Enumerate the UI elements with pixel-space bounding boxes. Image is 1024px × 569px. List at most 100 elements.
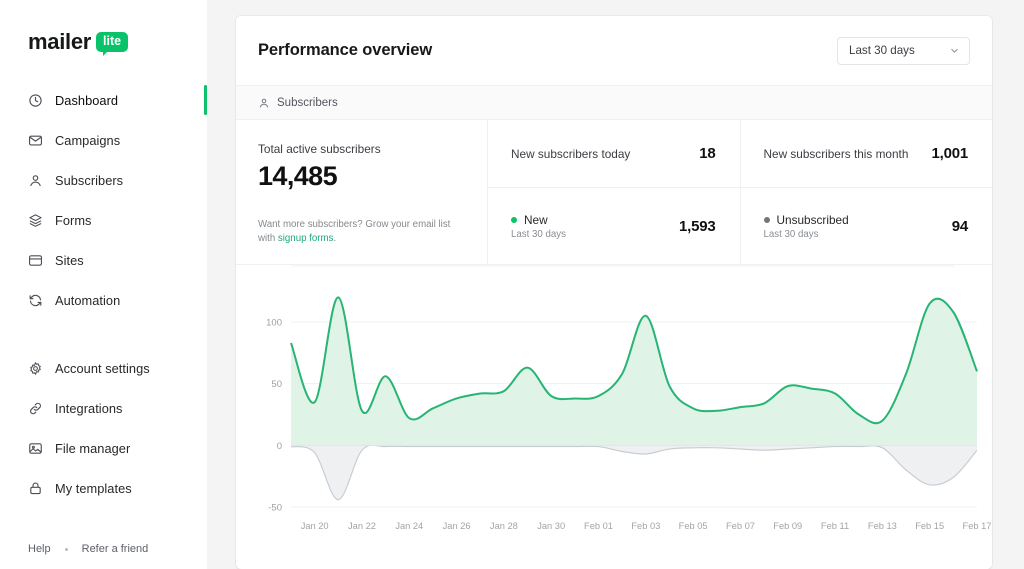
status-dot-new (511, 216, 517, 223)
main-content: Performance overview Last 30 days Subscr… (207, 0, 1024, 569)
sidebar: mailer lite Dashboard Campaigns Subscrib… (0, 0, 207, 569)
x-tick-label: Jan 28 (490, 521, 518, 531)
x-tick-label: Feb 01 (584, 521, 613, 531)
sidebar-item-label: Account settings (55, 360, 150, 376)
chart-canvas: 100 50 0 -50 Jan 20 Jan 22 Jan 24 Jan 26 Jan 28 J… (266, 265, 992, 531)
card-label: New subscribers today (511, 146, 631, 161)
sidebar-item-label: Dashboard (55, 92, 119, 108)
sidebar-item-forms[interactable]: Forms (0, 200, 207, 240)
series-line-unsubscribed (290, 444, 978, 501)
page-title: Performance overview (258, 41, 433, 59)
signup-forms-note: Want more subscribers? Grow your email l… (258, 218, 465, 246)
y-tick-label: 100 (266, 318, 282, 329)
person-icon (26, 171, 44, 189)
tab-subscribers[interactable]: Subscribers (258, 97, 338, 109)
sidebar-item-file-manager[interactable]: File manager (0, 428, 207, 468)
sidebar-item-automation[interactable]: Automation (0, 280, 207, 320)
performance-overview-panel: Performance overview Last 30 days Subscr… (236, 16, 992, 569)
brand-wordmark: mailer (28, 29, 92, 54)
legend-unsub-sub: Last 30 days (763, 228, 819, 240)
stats-column-new: New subscribers today 18 New Last 30 day… (488, 120, 740, 264)
stats-column-unsub: New subscribers this month 1,001 Unsubsc… (739, 120, 993, 264)
help-link[interactable]: Help (28, 543, 51, 555)
legend-new-label: New (524, 212, 548, 227)
sidebar-item-label: Subscribers (55, 172, 124, 188)
subtab-bar: Subscribers (236, 85, 992, 120)
legend-new: New Last 30 days (511, 213, 566, 240)
clock-icon (26, 91, 44, 109)
y-tick-label: 0 (277, 441, 282, 452)
lock-icon (26, 479, 44, 497)
x-tick-label: Jan 24 (395, 521, 423, 531)
sidebar-group-secondary: Account settings Integrations File manag… (0, 348, 207, 508)
envelope-icon (26, 131, 44, 149)
sidebar-item-campaigns[interactable]: Campaigns (0, 120, 207, 160)
stats-columns: New subscribers today 18 New Last 30 day… (488, 120, 992, 264)
x-tick-label: Feb 17 (963, 521, 992, 531)
sidebar-item-label: Integrations (55, 400, 123, 416)
legend-new-value: 1,593 (678, 217, 716, 235)
x-tick-label: Feb 05 (679, 521, 708, 531)
refresh-icon (26, 291, 44, 309)
date-range-value: Last 30 days (849, 44, 915, 57)
legend-unsub-label: Unsubscribed (776, 212, 849, 227)
note-tail: . (333, 233, 337, 245)
y-tick-label: -50 (268, 503, 282, 514)
x-tick-label: Jan 30 (537, 521, 565, 531)
x-tick-label: Feb 15 (915, 521, 944, 531)
sidebar-item-my-templates[interactable]: My templates (0, 468, 207, 508)
person-icon (258, 97, 270, 109)
x-tick-label: Jan 22 (348, 521, 376, 531)
active-indicator (204, 85, 207, 115)
legend-unsub-top: Unsubscribed (763, 212, 849, 227)
legend-new-card: New Last 30 days 1,593 (488, 188, 740, 264)
sidebar-nav: Dashboard Campaigns Subscribers Forms Si… (0, 80, 207, 508)
x-tick-label: Feb 03 (631, 521, 660, 531)
sidebar-item-account-settings[interactable]: Account settings (0, 348, 207, 388)
total-active-subscribers-card: Total active subscribers 14,485 Want mor… (236, 120, 488, 264)
sidebar-item-sites[interactable]: Sites (0, 240, 207, 280)
x-tick-label: Feb 11 (821, 521, 849, 531)
refer-a-friend-link[interactable]: Refer a friend (82, 543, 149, 555)
new-subscribers-today-value: 18 (699, 145, 716, 162)
sidebar-item-dashboard[interactable]: Dashboard (0, 80, 207, 120)
sidebar-item-label: Automation (55, 292, 121, 308)
tab-label: Subscribers (277, 96, 338, 109)
panel-header: Performance overview Last 30 days (236, 16, 992, 85)
x-tick-label: Feb 07 (726, 521, 755, 531)
link-icon (26, 399, 44, 417)
card-title: Total active subscribers (258, 142, 381, 156)
footer-separator-dot (64, 547, 68, 551)
x-tick-label: Jan 26 (443, 521, 471, 531)
browser-icon (26, 251, 44, 269)
gear-icon (26, 359, 44, 377)
chevron-down-icon (949, 45, 960, 56)
y-tick-label: 50 (271, 379, 282, 390)
sidebar-item-label: My templates (55, 480, 132, 496)
new-subscribers-today-card: New subscribers today 18 (488, 120, 740, 188)
brand-lite-badge: lite (96, 32, 129, 57)
legend-unsubscribed: Unsubscribed Last 30 days (763, 212, 849, 240)
sidebar-item-label: File manager (55, 440, 131, 456)
legend-unsubscribed-card: Unsubscribed Last 30 days 94 (741, 188, 993, 264)
signup-forms-link[interactable]: signup forms (278, 233, 333, 244)
sidebar-item-label: Campaigns (55, 132, 121, 148)
sidebar-item-label: Sites (55, 252, 84, 268)
x-tick-label: Feb 13 (868, 521, 897, 531)
sidebar-group-primary: Dashboard Campaigns Subscribers Forms Si… (0, 80, 207, 320)
card-label: New subscribers this month (763, 146, 909, 161)
sidebar-item-subscribers[interactable]: Subscribers (0, 160, 207, 200)
image-icon (26, 439, 44, 457)
legend-new-top: New (511, 213, 566, 227)
legend-unsub-value: 94 (951, 217, 969, 235)
brand-logo[interactable]: mailer lite (0, 0, 207, 62)
new-subscribers-month-card: New subscribers this month 1,001 (740, 120, 992, 188)
total-active-subscribers-value: 14,485 (258, 161, 338, 191)
x-tick-label: Feb 09 (773, 521, 802, 531)
stats-row: Total active subscribers 14,485 Want mor… (236, 120, 992, 265)
date-range-select[interactable]: Last 30 days (837, 36, 970, 65)
legend-new-sub: Last 30 days (511, 228, 566, 240)
subscribers-chart: 100 50 0 -50 Jan 20 Jan 22 Jan 24 Jan 26 Jan 28 J… (236, 265, 992, 557)
sidebar-item-integrations[interactable]: Integrations (0, 388, 207, 428)
x-tick-label: Jan 20 (301, 521, 329, 531)
